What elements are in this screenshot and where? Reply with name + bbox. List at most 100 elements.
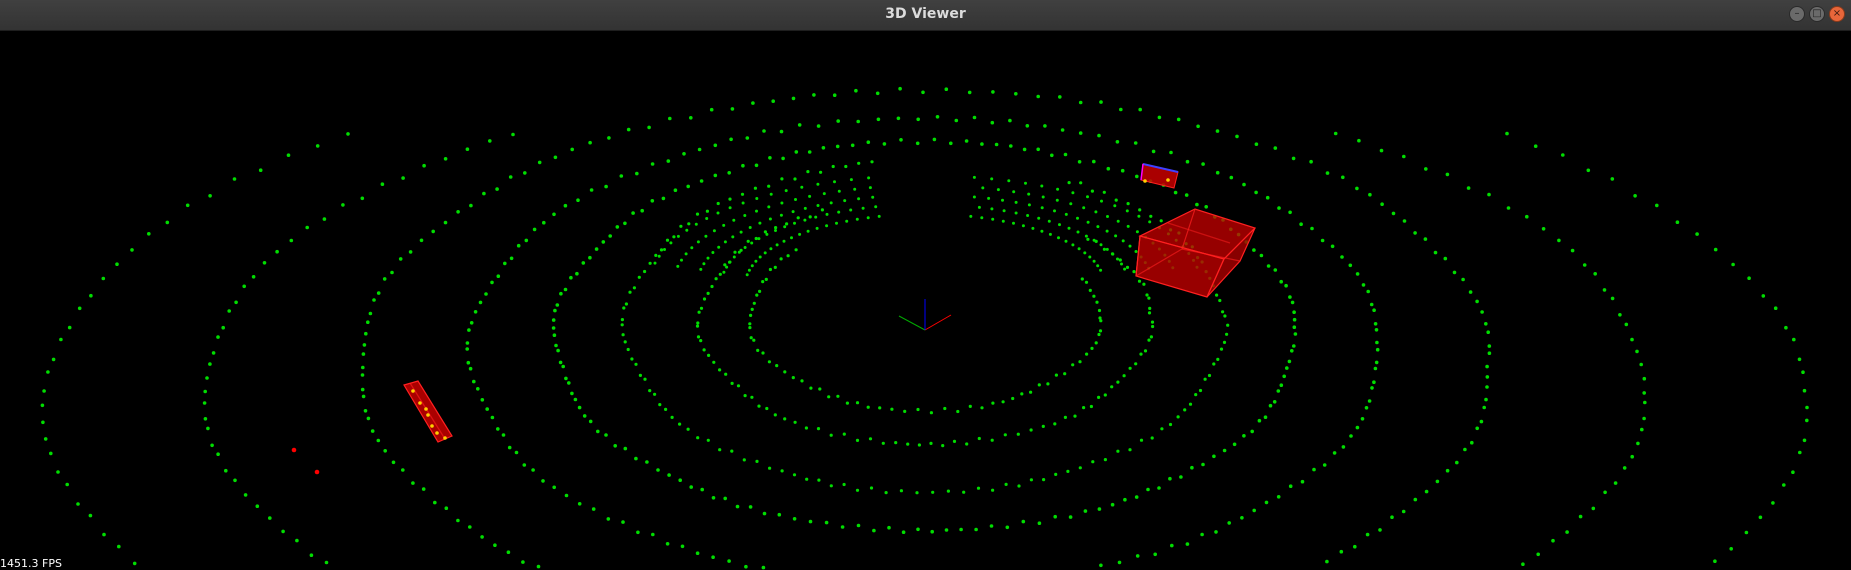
cloud-point xyxy=(1069,202,1073,206)
cloud-point xyxy=(1273,268,1278,272)
cloud-point xyxy=(650,199,655,203)
cloud-point xyxy=(821,146,826,150)
cloud-point xyxy=(1355,186,1359,191)
cloud-point xyxy=(1201,462,1205,467)
title-bar[interactable]: 3D Viewer – □ × xyxy=(0,0,1851,31)
cloud-point xyxy=(854,88,858,93)
cloud-point xyxy=(727,171,731,175)
cloud-point xyxy=(1475,426,1479,431)
cloud-point xyxy=(1128,366,1132,370)
cloud-point xyxy=(1402,154,1406,159)
cloud-point xyxy=(1099,563,1103,568)
cloud-point xyxy=(286,153,291,157)
cloud-point xyxy=(750,264,754,268)
cloud-point xyxy=(884,491,888,495)
cloud-point xyxy=(809,386,813,390)
cloud-point xyxy=(1080,277,1084,281)
cloud-point xyxy=(465,147,470,151)
cloud-point xyxy=(1226,323,1230,327)
cloud-point xyxy=(972,195,976,199)
cloud-point xyxy=(361,394,366,399)
cloud-point xyxy=(1159,219,1163,223)
cloud-point xyxy=(1445,172,1450,177)
cloud-point xyxy=(1222,340,1227,344)
cloud-point xyxy=(467,328,471,332)
cloud-point xyxy=(861,206,865,210)
cloud-point xyxy=(206,426,210,431)
cloud-point xyxy=(1094,210,1098,214)
cloud-point xyxy=(678,422,682,426)
cloud-point xyxy=(1288,295,1292,299)
cloud-point xyxy=(751,101,755,105)
cloud-point xyxy=(991,488,995,492)
maximize-button[interactable]: □ xyxy=(1809,6,1825,22)
cloud-point xyxy=(748,322,752,326)
cloud-point xyxy=(758,255,762,259)
cloud-point xyxy=(503,261,507,266)
minimize-button[interactable]: – xyxy=(1789,6,1805,22)
cloud-point xyxy=(737,250,741,254)
cloud-point xyxy=(1027,192,1031,196)
cloud-point xyxy=(1219,347,1224,351)
cloud-point xyxy=(619,174,624,178)
cloud-point xyxy=(495,187,499,191)
cloud-point xyxy=(647,125,651,130)
cloud-point xyxy=(1106,166,1111,171)
cloud-point xyxy=(234,300,238,305)
cloud-point xyxy=(1254,142,1259,146)
cloud-point xyxy=(816,182,820,186)
cloud-point xyxy=(542,220,546,225)
cloud-point xyxy=(687,222,691,226)
cloud-point xyxy=(949,141,953,146)
close-button[interactable]: × xyxy=(1829,6,1845,22)
cloud-point xyxy=(1086,237,1090,241)
point-cloud-scene[interactable] xyxy=(0,31,1851,570)
cloud-point xyxy=(591,507,596,511)
cloud-point xyxy=(1097,133,1101,138)
cloud-point xyxy=(917,443,922,447)
cloud-point xyxy=(361,365,365,370)
cloud-point xyxy=(582,414,587,418)
cloud-point xyxy=(575,271,579,276)
cloud-point xyxy=(360,373,365,377)
cloud-point xyxy=(117,544,121,549)
cloud-point xyxy=(1218,298,1222,303)
cloud-point xyxy=(1291,156,1296,161)
3d-viewport[interactable]: 1451.3 FPS xyxy=(0,31,1851,570)
cloud-point xyxy=(808,194,812,198)
cloud-point xyxy=(465,341,470,345)
cloud-point xyxy=(480,535,484,539)
cloud-point xyxy=(496,427,500,431)
cloud-point xyxy=(836,119,840,123)
cloud-point xyxy=(444,506,449,511)
cloud-point xyxy=(1040,184,1044,188)
cloud-point xyxy=(102,532,106,537)
cloud-point xyxy=(1031,226,1035,230)
cloud-point xyxy=(1235,134,1239,139)
cloud-point xyxy=(723,496,727,501)
cloud-point xyxy=(791,96,796,101)
cloud-point xyxy=(1092,259,1096,263)
cloud-point xyxy=(1424,489,1429,494)
cloud-point xyxy=(361,352,366,356)
cloud-point xyxy=(1272,400,1277,404)
cloud-point xyxy=(516,243,521,248)
cloud-point xyxy=(1370,386,1374,390)
window-title: 3D Viewer xyxy=(885,6,966,22)
cloud-point xyxy=(1046,382,1050,386)
cloud-point xyxy=(807,150,812,154)
cloud-point xyxy=(376,438,381,443)
cloud-point xyxy=(755,459,759,463)
cloud-point xyxy=(1064,212,1068,216)
cloud-point xyxy=(1487,192,1491,197)
cloud-point xyxy=(1125,265,1130,269)
cloud-point xyxy=(559,291,563,296)
cloud-point xyxy=(1591,506,1596,511)
cloud-point xyxy=(626,127,631,132)
cloud-point xyxy=(596,429,600,434)
cloud-point xyxy=(1541,227,1546,231)
cloud-point xyxy=(1279,383,1284,388)
cloud-point xyxy=(490,415,495,420)
cloud-point xyxy=(521,560,525,564)
cloud-point xyxy=(754,259,758,263)
